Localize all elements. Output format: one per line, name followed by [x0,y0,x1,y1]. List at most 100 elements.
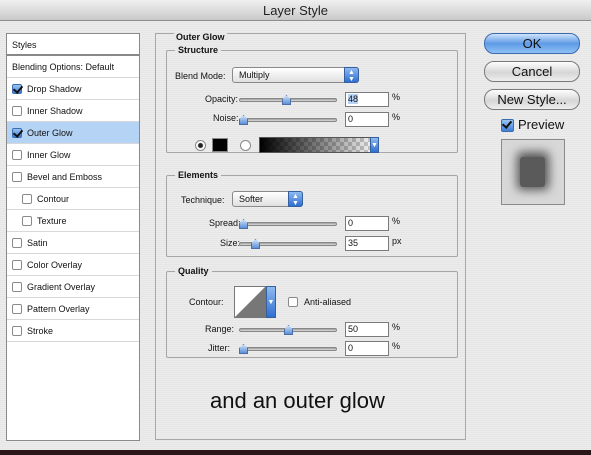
elements-title: Elements [175,170,222,180]
window-title: Layer Style [0,0,591,21]
noise-slider-thumb[interactable] [239,115,248,125]
style-item-label: Pattern Overlay [27,304,90,314]
style-item-label: Blending Options: Default [12,62,115,72]
size-slider[interactable] [239,239,337,249]
noise-slider[interactable] [239,115,337,125]
opacity-unit: % [392,92,401,102]
spread-slider[interactable] [239,219,337,229]
style-checkbox-outer-glow[interactable] [12,128,22,138]
style-checkbox-bevel-and-emboss[interactable] [12,172,22,182]
style-item-label: Inner Glow [27,150,71,160]
opacity-slider[interactable] [239,95,337,105]
range-unit: % [392,322,401,332]
chevron-down-icon: ▼ [266,286,276,318]
opacity-slider-thumb[interactable] [282,95,291,105]
style-checkbox-color-overlay[interactable] [12,260,22,270]
style-checkbox-texture[interactable] [22,216,32,226]
opacity-input[interactable]: 48 [345,92,389,107]
style-item-styles[interactable]: Styles [7,34,139,56]
caption-text: and an outer glow [210,388,385,413]
blend-mode-value: Multiply [239,70,270,80]
size-label: Size: [220,238,241,248]
style-item-outer-glow[interactable]: Outer Glow [7,122,139,144]
style-item-label: Contour [37,194,70,204]
cancel-button[interactable]: Cancel [484,61,580,82]
style-item-label: Texture [37,216,67,226]
style-item-pattern-overlay[interactable]: Pattern Overlay [7,298,139,320]
technique-label: Technique: [181,195,225,205]
style-checkbox-inner-shadow[interactable] [12,106,22,116]
color-radio[interactable] [195,140,206,151]
spread-slider-thumb[interactable] [239,219,248,229]
jitter-label: Jitter: [208,343,231,353]
ok-button[interactable]: OK [484,33,580,54]
size-input[interactable]: 35 [345,236,389,251]
layer-style-dialog: Layer Style Styles Blending Options: Defa… [0,0,591,450]
style-item-contour[interactable]: Contour [7,188,139,210]
spread-label: Spread: [209,218,241,228]
style-item-texture[interactable]: Texture [7,210,139,232]
preview-checkbox[interactable] [501,119,514,132]
style-checkbox-drop-shadow[interactable] [12,84,22,94]
jitter-slider[interactable] [239,344,337,354]
style-checkbox-inner-glow[interactable] [12,150,22,160]
linear-contour-icon [235,287,265,317]
glow-gradient-picker[interactable]: ▼ [259,137,379,153]
range-slider[interactable] [239,325,337,335]
range-label: Range: [205,324,235,334]
style-item-inner-glow[interactable]: Inner Glow [7,144,139,166]
anti-aliased-label: Anti-aliased [304,297,352,307]
style-item-label: Gradient Overlay [27,282,96,292]
contour-picker[interactable]: ▼ [234,286,276,318]
style-item-label: Color Overlay [27,260,83,270]
style-checkbox-contour[interactable] [22,194,32,204]
style-checkbox-pattern-overlay[interactable] [12,304,22,314]
range-input[interactable]: 50 [345,322,389,337]
popup-arrows-icon: ▲ ▼ [344,67,359,83]
chevron-down-icon: ▼ [370,137,379,153]
spread-unit: % [392,216,401,226]
style-item-label: Styles [12,40,37,50]
style-item-drop-shadow[interactable]: Drop Shadow [7,78,139,100]
gradient-radio[interactable] [240,140,251,151]
style-item-blending-options-default[interactable]: Blending Options: Default [7,56,139,78]
style-checkbox-gradient-overlay[interactable] [12,282,22,292]
structure-title: Structure [175,45,222,55]
noise-label: Noise: [213,113,239,123]
style-item-label: Drop Shadow [27,84,82,94]
jitter-input[interactable]: 0 [345,341,389,356]
quality-group: Quality Contour: ▼ Anti-aliased Range: 5… [166,266,458,358]
style-item-inner-shadow[interactable]: Inner Shadow [7,100,139,122]
style-checkbox-satin[interactable] [12,238,22,248]
technique-select[interactable]: Softer ▲ ▼ [232,191,303,207]
noise-value: 0 [348,114,354,124]
spread-input[interactable]: 0 [345,216,389,231]
noise-unit: % [392,112,401,122]
anti-aliased-checkbox[interactable] [288,297,298,307]
glow-color-swatch[interactable] [212,138,228,152]
jitter-slider-thumb[interactable] [239,344,248,354]
noise-input[interactable]: 0 [345,112,389,127]
style-checkbox-stroke[interactable] [12,326,22,336]
technique-value: Softer [239,194,264,204]
preview-swatch-icon [502,140,564,204]
size-value: 35 [348,238,359,248]
contour-preview [234,286,266,318]
new-style-button[interactable]: New Style... [484,89,580,110]
blend-mode-select[interactable]: Multiply ▲ ▼ [232,67,359,83]
style-item-bevel-and-emboss[interactable]: Bevel and Emboss [7,166,139,188]
style-item-gradient-overlay[interactable]: Gradient Overlay [7,276,139,298]
style-item-label: Bevel and Emboss [27,172,103,182]
style-item-stroke[interactable]: Stroke [7,320,139,342]
style-item-label: Stroke [27,326,54,336]
opacity-label: Opacity: [205,94,239,104]
preview-label: Preview [518,117,565,132]
range-value: 50 [348,324,359,334]
jitter-value: 0 [348,343,354,353]
blend-mode-label: Blend Mode: [175,71,226,81]
range-slider-thumb[interactable] [284,325,293,335]
spread-value: 0 [348,218,354,228]
style-item-satin[interactable]: Satin [7,232,139,254]
size-slider-thumb[interactable] [251,239,260,249]
style-item-color-overlay[interactable]: Color Overlay [7,254,139,276]
